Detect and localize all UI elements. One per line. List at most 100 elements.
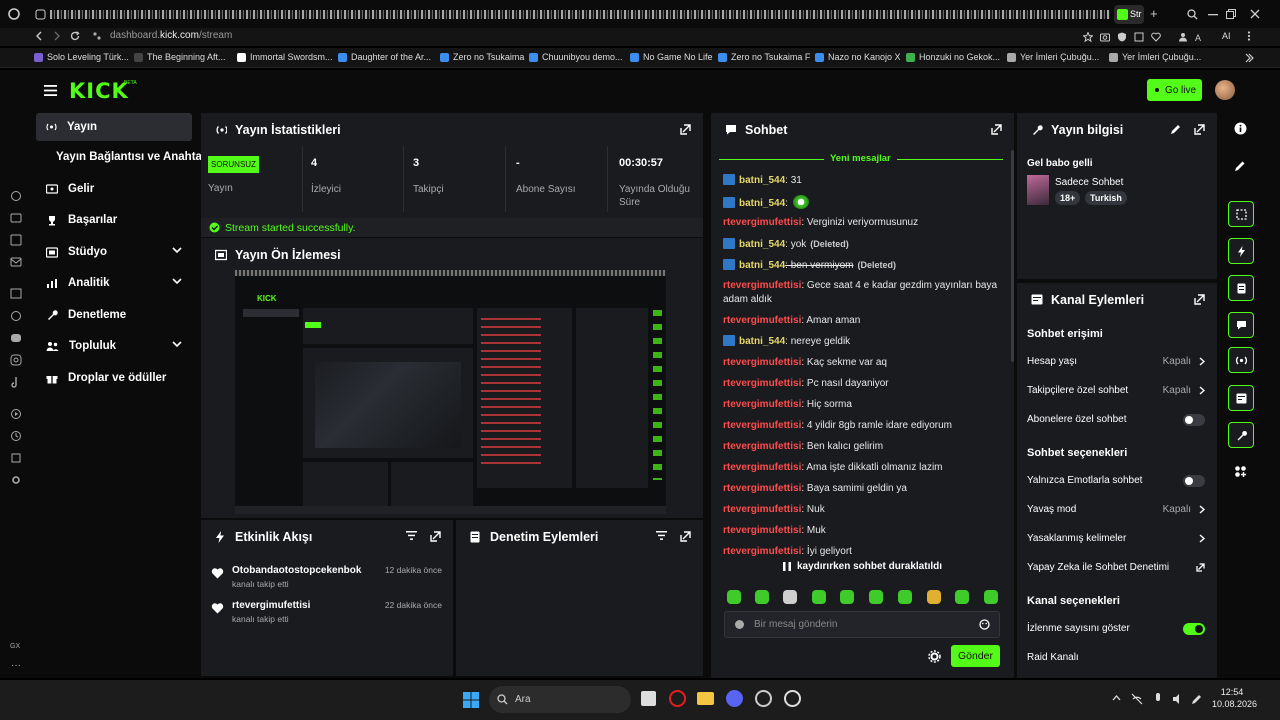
chat-message[interactable]: batni_544: xyxy=(723,195,1003,211)
rail-btn-bolt[interactable] xyxy=(1228,238,1254,264)
rail-instagram-icon[interactable] xyxy=(10,354,22,366)
avatar[interactable] xyxy=(1215,80,1235,100)
chat-message[interactable]: rtevergimufettisi: Hiç sorma xyxy=(723,398,1003,412)
back-icon[interactable] xyxy=(34,31,44,41)
sidebar-item-denetleme[interactable]: Denetleme xyxy=(36,302,192,328)
network-icon[interactable] xyxy=(1131,693,1143,705)
bookmark-item[interactable]: Chuunibyou demo... xyxy=(529,52,623,62)
bookmark-item[interactable]: No Game No Life xyxy=(630,52,713,62)
setting-followers-only[interactable]: Takipçilere özel sohbet Kapalı xyxy=(1027,385,1207,396)
profile-icon[interactable] xyxy=(1178,32,1188,42)
chat-username[interactable]: rtevergimufettisi xyxy=(723,483,801,494)
setting-emotes-only[interactable]: Yalnızca Emotlarla sohbet xyxy=(1027,474,1207,487)
chat-username[interactable]: rtevergimufettisi xyxy=(723,357,801,368)
emote-button[interactable] xyxy=(755,590,769,604)
chat-message[interactable]: rtevergimufettisi: Gece saat 4 e kadar g… xyxy=(723,279,1003,293)
chat-username[interactable]: batni_544 xyxy=(739,175,785,186)
chat-message[interactable]: rtevergimufettisi: Aman aman xyxy=(723,314,1003,328)
chat-username[interactable]: rtevergimufettisi xyxy=(723,420,801,431)
active-tab[interactable]: Str xyxy=(1114,5,1144,24)
task-view-icon[interactable] xyxy=(641,691,656,706)
sidebar-item-studyo[interactable]: Stüdyo xyxy=(36,239,192,265)
category-thumbnail[interactable] xyxy=(1027,175,1049,205)
chat-message[interactable]: rtevergimufettisi: 4 yildir 8gb ramle id… xyxy=(723,419,1003,433)
chat-message[interactable]: rtevergimufettisi: Muk xyxy=(723,524,1003,538)
sidebar-item-yayin[interactable]: Yayın xyxy=(36,113,192,141)
rail-tiktok-icon[interactable] xyxy=(10,376,22,388)
filter-icon[interactable] xyxy=(656,531,667,540)
discord-icon[interactable] xyxy=(726,690,743,707)
new-tab-icon[interactable]: + xyxy=(1150,6,1158,21)
rail-notes-icon[interactable] xyxy=(10,234,22,246)
setting-slow-mode[interactable]: Yavaş mod Kapalı xyxy=(1027,504,1207,515)
emote-button[interactable] xyxy=(869,590,883,604)
setting-account-age[interactable]: Hesap yaşı Kapalı xyxy=(1027,356,1207,367)
chat-username[interactable]: rtevergimufettisi xyxy=(723,280,801,291)
edit-icon[interactable] xyxy=(1170,124,1181,135)
rail-btn-document[interactable] xyxy=(1228,275,1254,301)
pencil-icon[interactable] xyxy=(1234,160,1246,172)
sidebar-item-topluluk[interactable]: Topluluk xyxy=(36,333,192,359)
chat-username[interactable]: rtevergimufettisi xyxy=(723,315,801,326)
tab-strip-glitch[interactable] xyxy=(50,10,1110,19)
box-icon[interactable] xyxy=(1134,32,1144,42)
close-window-icon[interactable] xyxy=(1250,9,1260,19)
rail-btn-chat[interactable] xyxy=(1228,312,1254,338)
rail-wallet-icon[interactable] xyxy=(10,212,22,224)
minimize-icon[interactable] xyxy=(1208,14,1218,16)
rail-gx-icon[interactable]: GX xyxy=(10,643,20,650)
sidebar-item-analitik[interactable]: Analitik xyxy=(36,270,192,296)
pen-icon[interactable] xyxy=(1191,693,1203,705)
popout-icon[interactable] xyxy=(991,124,1002,135)
setting-banned-words[interactable]: Yasaklanmış kelimeler xyxy=(1027,533,1207,544)
rail-btn-broadcast[interactable] xyxy=(1228,347,1254,373)
chat-message[interactable]: rtevergimufettisi: Nuk xyxy=(723,503,1003,517)
media-player-icon[interactable] xyxy=(784,690,801,707)
emote-button[interactable] xyxy=(955,590,969,604)
setting-subs-only[interactable]: Abonelere özel sohbet xyxy=(1027,413,1207,426)
activity-user[interactable]: rtevergimufettisi xyxy=(232,600,310,611)
file-explorer-icon[interactable] xyxy=(697,692,714,705)
show-viewers-toggle[interactable] xyxy=(1183,622,1205,635)
forward-icon[interactable] xyxy=(52,31,62,41)
taskbar-clock[interactable]: 12:54 10.08.2026 xyxy=(1212,686,1257,710)
setting-raid[interactable]: Raid Kanalı xyxy=(1027,652,1207,663)
windows-start-icon[interactable] xyxy=(463,692,479,708)
rail-twitch-icon[interactable] xyxy=(10,288,22,300)
bookmark-item[interactable]: The Beginning Aft... xyxy=(134,52,226,62)
chat-username[interactable]: rtevergimufettisi xyxy=(723,504,801,515)
chat-message[interactable]: rtevergimufettisi: Ama işte dikkatli olm… xyxy=(723,461,1003,475)
rail-history-icon[interactable] xyxy=(10,190,22,202)
popout-icon[interactable] xyxy=(680,124,691,135)
chat-paused-banner[interactable]: kaydırırken sohbet duraklatıldı xyxy=(711,556,1014,576)
url-field[interactable]: dashboard.kick.com/stream xyxy=(110,30,232,41)
chat-username[interactable]: batni_544 xyxy=(739,239,785,250)
bookmarks-overflow-icon[interactable] xyxy=(1244,53,1254,63)
bookmark-item[interactable]: Honzuki no Gekok... xyxy=(906,52,1000,62)
sidebar-item-droplar[interactable]: Droplar ve ödüller xyxy=(36,365,192,391)
filter-icon[interactable] xyxy=(406,531,417,540)
site-info-icon[interactable] xyxy=(92,31,102,41)
chat-username[interactable]: rtevergimufettisi xyxy=(723,399,801,410)
emote-button[interactable] xyxy=(812,590,826,604)
emote-picker-icon[interactable] xyxy=(734,619,745,630)
emote-button[interactable] xyxy=(783,590,797,604)
rail-clock-icon[interactable] xyxy=(10,430,22,442)
restore-icon[interactable] xyxy=(1226,9,1236,19)
emotes-only-toggle[interactable] xyxy=(1183,474,1205,487)
bookmark-star-icon[interactable] xyxy=(1083,32,1093,42)
volume-icon[interactable] xyxy=(1172,693,1184,705)
chat-scrollbar[interactable] xyxy=(1011,150,1014,362)
rail-whatsapp-icon[interactable] xyxy=(10,310,22,322)
chat-message[interactable]: rtevergimufettisi: Baya samimi geldin ya xyxy=(723,482,1003,496)
bookmark-item[interactable]: Yer İmleri Çubuğu... xyxy=(1109,52,1201,62)
stream-preview-video[interactable]: KICK xyxy=(235,270,666,514)
chat-message[interactable]: batni_544: nereye geldik xyxy=(723,335,1003,349)
reload-icon[interactable] xyxy=(70,31,80,41)
chat-message[interactable]: rtevergimufettisi: Kaç sekme var aq xyxy=(723,356,1003,370)
setting-ai-moderation[interactable]: Yapay Zeka ile Sohbet Denetimi xyxy=(1027,562,1207,573)
bookmark-item[interactable]: Immortal Swordsm... xyxy=(237,52,333,62)
heart-icon[interactable] xyxy=(1151,32,1161,42)
chat-message[interactable]: rtevergimufettisi: Ben kalıcı gelirim xyxy=(723,440,1003,454)
sidebar-item-gelir[interactable]: Gelir xyxy=(36,176,192,202)
